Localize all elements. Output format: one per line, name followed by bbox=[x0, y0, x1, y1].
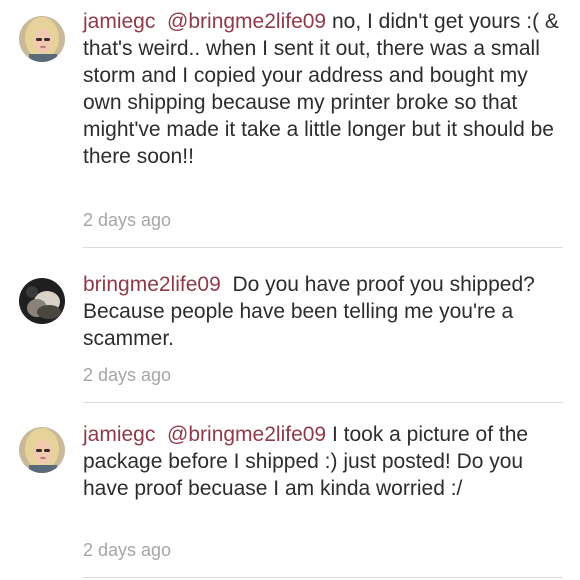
comment-divider bbox=[83, 577, 563, 578]
comment-timestamp: 2 days ago bbox=[83, 210, 172, 230]
comment-divider bbox=[83, 402, 563, 403]
user-avatar[interactable] bbox=[19, 16, 65, 62]
dark-user-avatar-icon bbox=[19, 278, 65, 324]
user-avatar[interactable] bbox=[19, 427, 65, 473]
user-avatar[interactable] bbox=[19, 278, 65, 324]
comment-mention[interactable]: @bringme2life09 bbox=[167, 423, 326, 446]
comment-text: bringme2life09 Do you have proof you shi… bbox=[83, 271, 563, 352]
comment-divider bbox=[83, 247, 563, 248]
comment-text: jamiegc @bringme2life09 I took a picture… bbox=[83, 421, 563, 502]
comment-body: no, I didn't get yours :( & that's weird… bbox=[83, 10, 559, 168]
comment-timestamp: 2 days ago bbox=[83, 365, 172, 385]
comment-username[interactable]: bringme2life09 bbox=[83, 273, 221, 296]
comment-text: jamiegc @bringme2life09 no, I didn't get… bbox=[83, 8, 563, 170]
comment-username[interactable]: jamiegc bbox=[83, 423, 155, 446]
blonde-user-avatar-icon bbox=[19, 16, 65, 62]
comment-username[interactable]: jamiegc bbox=[83, 10, 155, 33]
comments-screen: { "comments": [ { "username": "jamiegc",… bbox=[0, 0, 580, 580]
comment-timestamp: 2 days ago bbox=[83, 540, 172, 560]
comment-mention[interactable]: @bringme2life09 bbox=[167, 10, 326, 33]
blonde-user-avatar-icon bbox=[19, 427, 65, 473]
